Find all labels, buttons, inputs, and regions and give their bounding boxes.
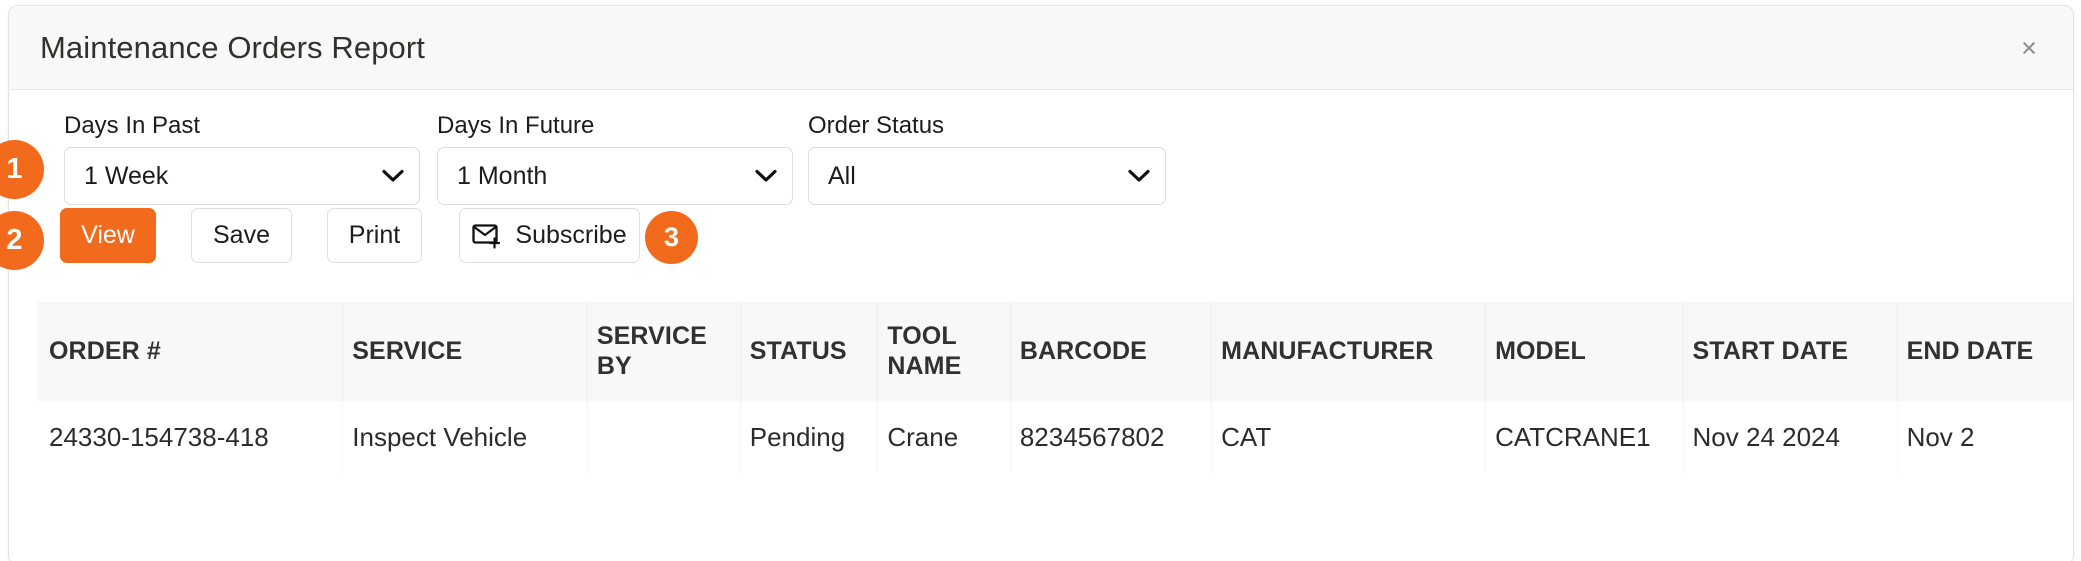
column-header-service-by[interactable]: SERVICE BY <box>587 302 741 401</box>
column-header-model[interactable]: MODEL <box>1485 302 1684 401</box>
cell-order: 24330-154738-418 <box>37 401 344 473</box>
step-badge-3[interactable]: 3 <box>645 211 698 264</box>
close-icon[interactable]: × <box>2007 26 2051 70</box>
table-body: 24330-154738-418 Inspect Vehicle Pending… <box>37 401 2073 473</box>
envelope-plus-icon <box>472 223 502 249</box>
order-status-select[interactable]: All <box>808 147 1166 205</box>
action-button-row: View Save Print Subscribe <box>9 208 2073 296</box>
order-status-label: Order Status <box>808 112 945 139</box>
days-in-past-field: Days In Past 1 Week <box>64 114 420 205</box>
days-in-future-label: Days In Future <box>437 112 595 139</box>
print-button[interactable]: Print <box>327 208 422 263</box>
cell-tool-name: Crane <box>877 401 1011 473</box>
screen: Maintenance Orders Report × Days In Past… <box>0 0 2081 561</box>
dialog-header: Maintenance Orders Report × <box>9 6 2073 90</box>
order-status-select-wrap: All <box>808 147 1166 205</box>
column-header-tool-name[interactable]: TOOL NAME <box>877 302 1011 401</box>
days-in-past-label: Days In Past <box>64 112 201 139</box>
days-in-future-select[interactable]: 1 Month <box>437 147 793 205</box>
order-status-field: Order Status All <box>808 114 1166 205</box>
cell-end-date: Nov 2 <box>1897 401 2073 473</box>
column-header-order[interactable]: ORDER # <box>37 302 344 401</box>
cell-status: Pending <box>740 401 879 473</box>
column-header-barcode[interactable]: BARCODE <box>1010 302 1213 401</box>
column-header-service[interactable]: SERVICE <box>342 302 588 401</box>
report-table-area: ORDER # SERVICE SERVICE BY STATUS TOOL N… <box>9 302 2073 473</box>
save-button[interactable]: Save <box>191 208 292 263</box>
filter-row: Days In Past 1 Week Days In Future 1 Mon… <box>9 90 2073 208</box>
cell-model: CATCRANE1 <box>1485 401 1684 473</box>
column-header-status[interactable]: STATUS <box>740 302 879 401</box>
maintenance-orders-table: ORDER # SERVICE SERVICE BY STATUS TOOL N… <box>37 302 2073 473</box>
cell-service-by <box>587 401 741 473</box>
days-in-past-select[interactable]: 1 Week <box>64 147 420 205</box>
subscribe-label: Subscribe <box>515 221 627 249</box>
days-in-past-select-wrap: 1 Week <box>64 147 420 205</box>
table-head: ORDER # SERVICE SERVICE BY STATUS TOOL N… <box>37 302 2073 401</box>
days-in-future-field: Days In Future 1 Month <box>437 114 793 205</box>
subscribe-button[interactable]: Subscribe <box>459 208 640 263</box>
table-header-row: ORDER # SERVICE SERVICE BY STATUS TOOL N… <box>37 302 2073 401</box>
cell-manufacturer: CAT <box>1211 401 1487 473</box>
column-header-end-date[interactable]: END DATE <box>1897 302 2073 401</box>
view-button[interactable]: View <box>60 208 156 263</box>
days-in-future-select-wrap: 1 Month <box>437 147 793 205</box>
column-header-start-date[interactable]: START DATE <box>1683 302 1898 401</box>
cell-barcode: 8234567802 <box>1010 401 1213 473</box>
table-row[interactable]: 24330-154738-418 Inspect Vehicle Pending… <box>37 401 2073 473</box>
dialog-body: Days In Past 1 Week Days In Future 1 Mon… <box>9 90 2073 473</box>
cell-start-date: Nov 24 2024 <box>1683 401 1898 473</box>
page-title: Maintenance Orders Report <box>40 30 426 65</box>
column-header-manufacturer[interactable]: MANUFACTURER <box>1211 302 1487 401</box>
maintenance-orders-report-dialog: Maintenance Orders Report × Days In Past… <box>8 5 2074 561</box>
cell-service: Inspect Vehicle <box>342 401 588 473</box>
